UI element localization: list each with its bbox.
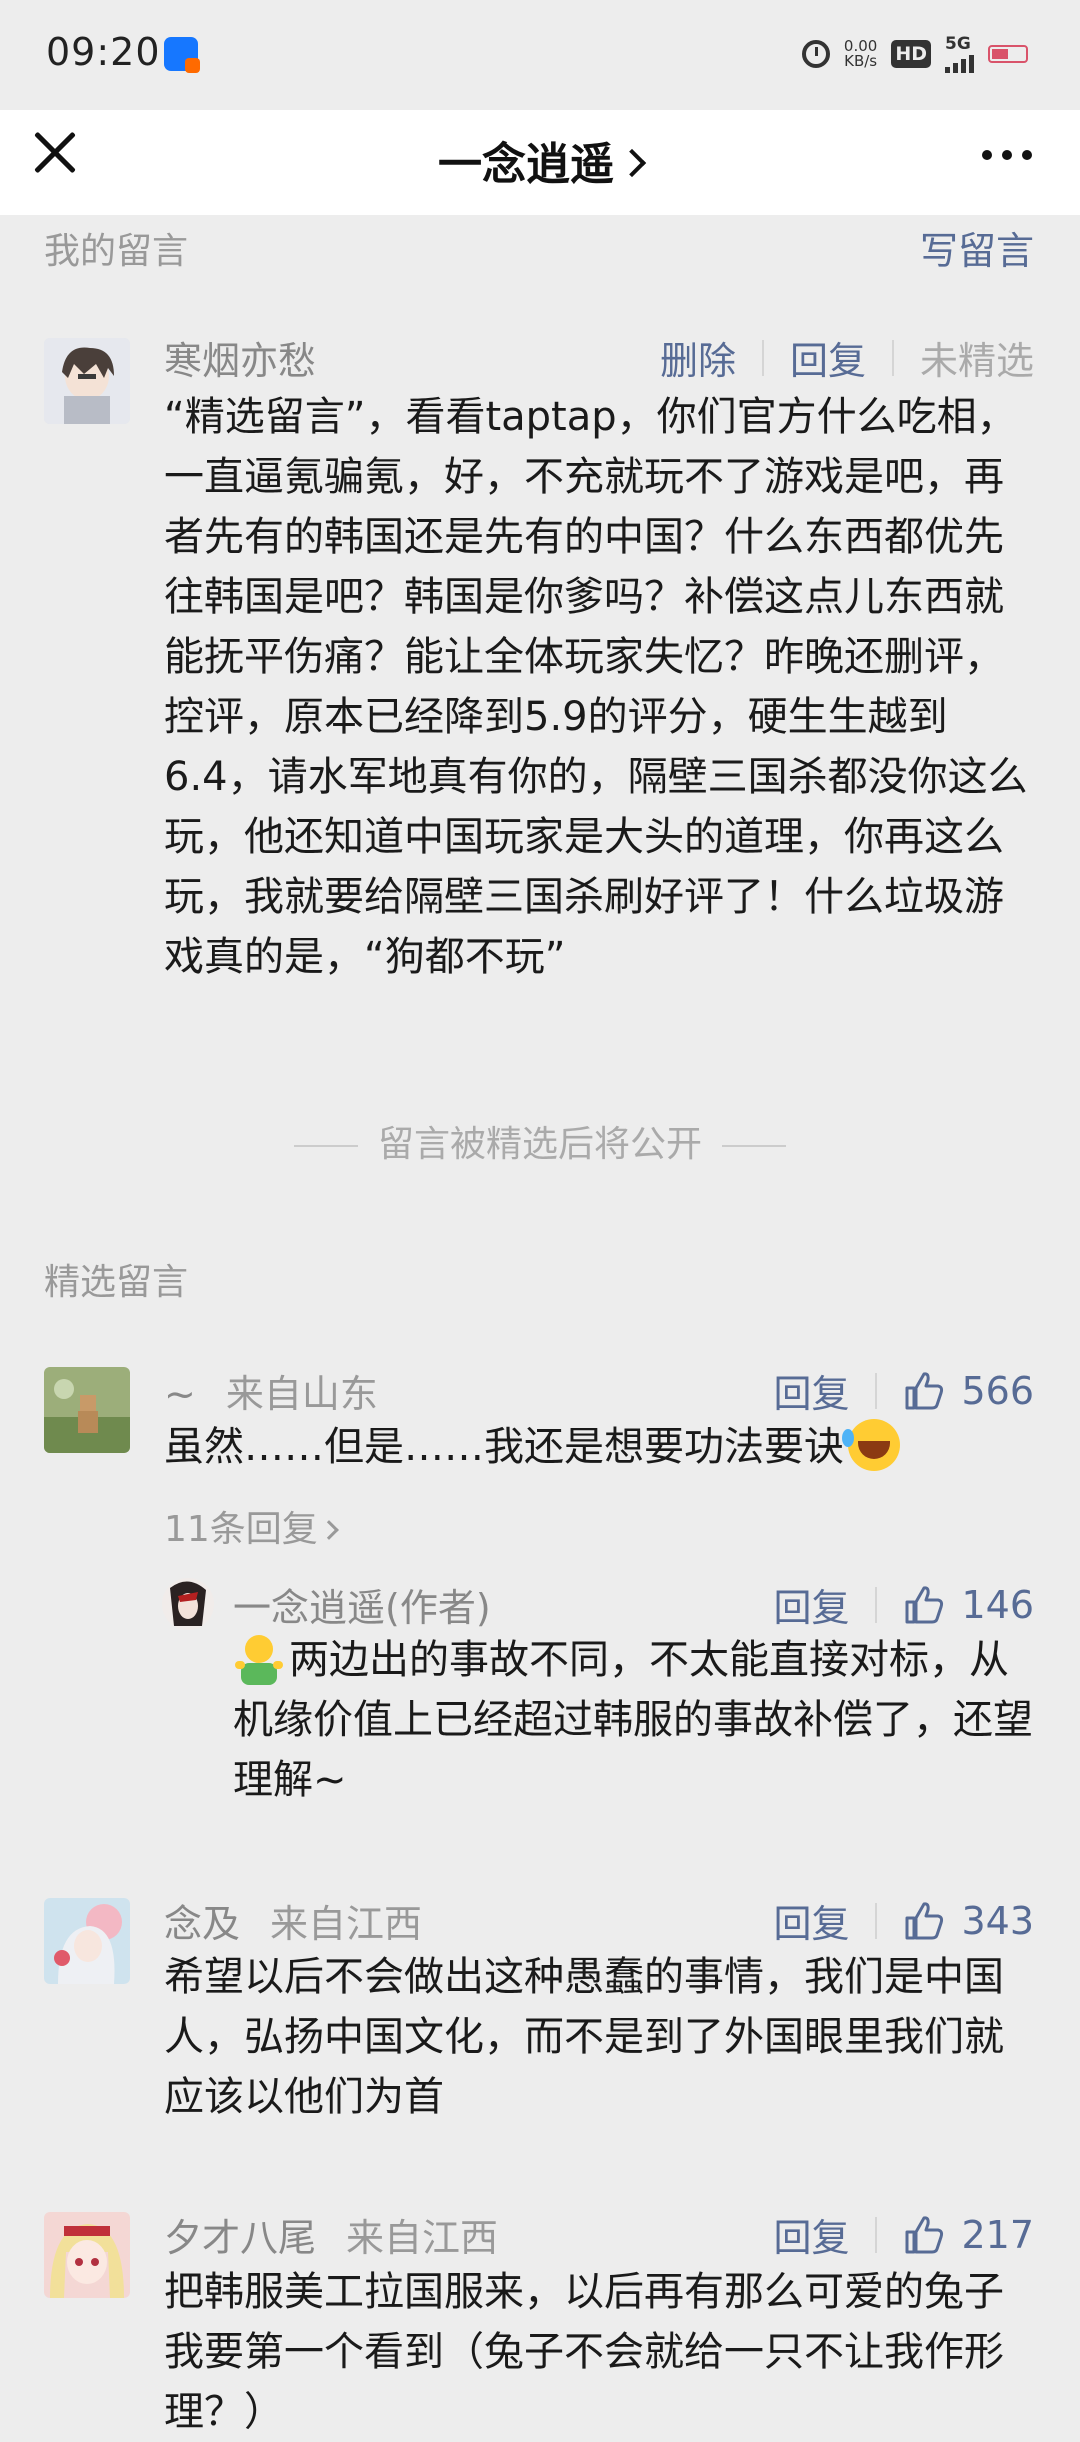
action-divider [875, 2216, 878, 2253]
action-divider [761, 339, 764, 376]
comment-text: 把韩服美工拉国服来，以后再有那么可爱的兔子我要第一个看到（兔子不会就给一只不让我… [164, 2269, 1004, 2435]
reply-button[interactable]: 回复 [773, 1893, 849, 1948]
reply-button[interactable]: 回复 [773, 1363, 849, 1418]
thumbs-up-icon [905, 2215, 944, 2253]
commenter-location: 来自江西 [270, 1902, 423, 1946]
like-button[interactable]: 146 [903, 1583, 1034, 1627]
delete-button[interactable]: 删除 [660, 330, 736, 385]
my-comments-heading: 我的留言 [44, 231, 189, 272]
commenter-location: 来自江西 [346, 2216, 499, 2260]
page-title[interactable]: 一念逍遥 [0, 128, 1080, 192]
avatar[interactable] [162, 1578, 214, 1630]
more-icon[interactable] [982, 150, 1032, 160]
action-divider [875, 1586, 878, 1623]
alarm-icon [801, 40, 830, 68]
thumbs-up-icon [905, 1585, 944, 1623]
page-title-text: 一念逍遥 [438, 139, 614, 190]
reply-actions: 回复 146 [773, 1577, 1034, 1632]
avatar[interactable] [44, 1898, 130, 1984]
action-divider [875, 1902, 878, 1939]
status-bar: 09:20 0.00 KB/s HD 5G [0, 0, 1080, 110]
avatar[interactable] [44, 338, 130, 424]
net-speed: 0.00 KB/s [844, 39, 877, 69]
comment-actions: 回复 566 [773, 1363, 1034, 1418]
like-button[interactable]: 566 [903, 1369, 1034, 1413]
net-speed-unit: KB/s [844, 52, 878, 70]
replies-link[interactable]: 11条回复 [164, 1500, 339, 1552]
commenter-name: 寒烟亦愁 [164, 339, 317, 383]
avatar[interactable] [44, 2212, 130, 2298]
like-count: 217 [961, 2212, 1034, 2257]
comment-text: 虽然……但是……我还是想要功法要诀 [164, 1424, 844, 1470]
commenter-name: 念及 [164, 1902, 241, 1946]
reply-button[interactable]: 回复 [773, 2207, 849, 2262]
like-button[interactable]: 343 [903, 1899, 1034, 1943]
title-bar: 一念逍遥 [0, 110, 1080, 215]
man-shrugging-emoji-icon [235, 1635, 283, 1685]
reply-button[interactable]: 回复 [790, 330, 866, 385]
status-time: 09:20 [46, 30, 161, 74]
commenter-name: 夕才八尾 [164, 2216, 317, 2260]
comment-text: “精选留言”，看看taptap，你们官方什么吃相，一直逼氪骗氪，好，不充就玩不了… [164, 394, 1028, 980]
commenter-name-row: ~ 来自山东 [164, 1363, 378, 1418]
comment-actions: 回复 343 [773, 1893, 1034, 1948]
commenter-name-row: 念及 来自江西 [164, 1893, 422, 1948]
action-divider [891, 339, 894, 376]
alipay-notification-icon [164, 37, 200, 73]
chevron-right-icon [617, 148, 647, 178]
like-count: 146 [961, 1582, 1034, 1627]
thumbs-up-icon [905, 1901, 944, 1939]
chevron-right-icon [318, 1520, 339, 1540]
network-type: 5G [945, 33, 971, 54]
battery-icon [988, 45, 1028, 63]
thumbs-up-icon [905, 1371, 944, 1409]
commenter-location: 来自山东 [225, 1372, 378, 1416]
like-count: 566 [961, 1368, 1034, 1413]
author-name: 一念逍遥(作者) [233, 1586, 491, 1630]
write-comment-button[interactable]: 写留言 [920, 220, 1034, 275]
signal-icon: 5G [945, 33, 974, 73]
commenter-name-row: 夕才八尾 来自江西 [164, 2207, 498, 2262]
signal-bars [945, 53, 974, 73]
commenter-name: ~ [164, 1372, 196, 1416]
like-button[interactable]: 217 [903, 2213, 1034, 2257]
featured-status-label: 未精选 [919, 339, 1034, 383]
comment-text-row: 虽然……但是……我还是想要功法要诀 [164, 1417, 1040, 1477]
replies-link-label: 11条回复 [164, 1509, 318, 1550]
hd-icon: HD [891, 40, 931, 68]
like-count: 343 [961, 1898, 1034, 1943]
status-icons: 0.00 KB/s HD 5G [801, 32, 1028, 76]
featured-comments-heading: 精选留言 [44, 1262, 189, 1303]
avatar[interactable] [44, 1367, 130, 1453]
author-reply-text: 两边出的事故不同，不太能直接对标，从机缘价值上已经超过韩服的事故补偿了，还望理解… [233, 1637, 1033, 1803]
action-divider [875, 1372, 878, 1409]
comment-text: 希望以后不会做出这种愚蠢的事情，我们是中国人，弘扬中国文化，而不是到了外国眼里我… [164, 1954, 1004, 2120]
my-comment-actions: 删除 回复 未精选 [660, 330, 1034, 385]
author-reply-text-row: 两边出的事故不同，不太能直接对标，从机缘价值上已经超过韩服的事故补偿了，还望理解… [233, 1630, 1040, 1810]
comment-actions: 回复 217 [773, 2207, 1034, 2262]
reply-button[interactable]: 回复 [773, 1577, 849, 1632]
featured-public-note: 留言被精选后将公开 [0, 1115, 1080, 1167]
laughing-crying-emoji-icon [842, 1419, 900, 1471]
